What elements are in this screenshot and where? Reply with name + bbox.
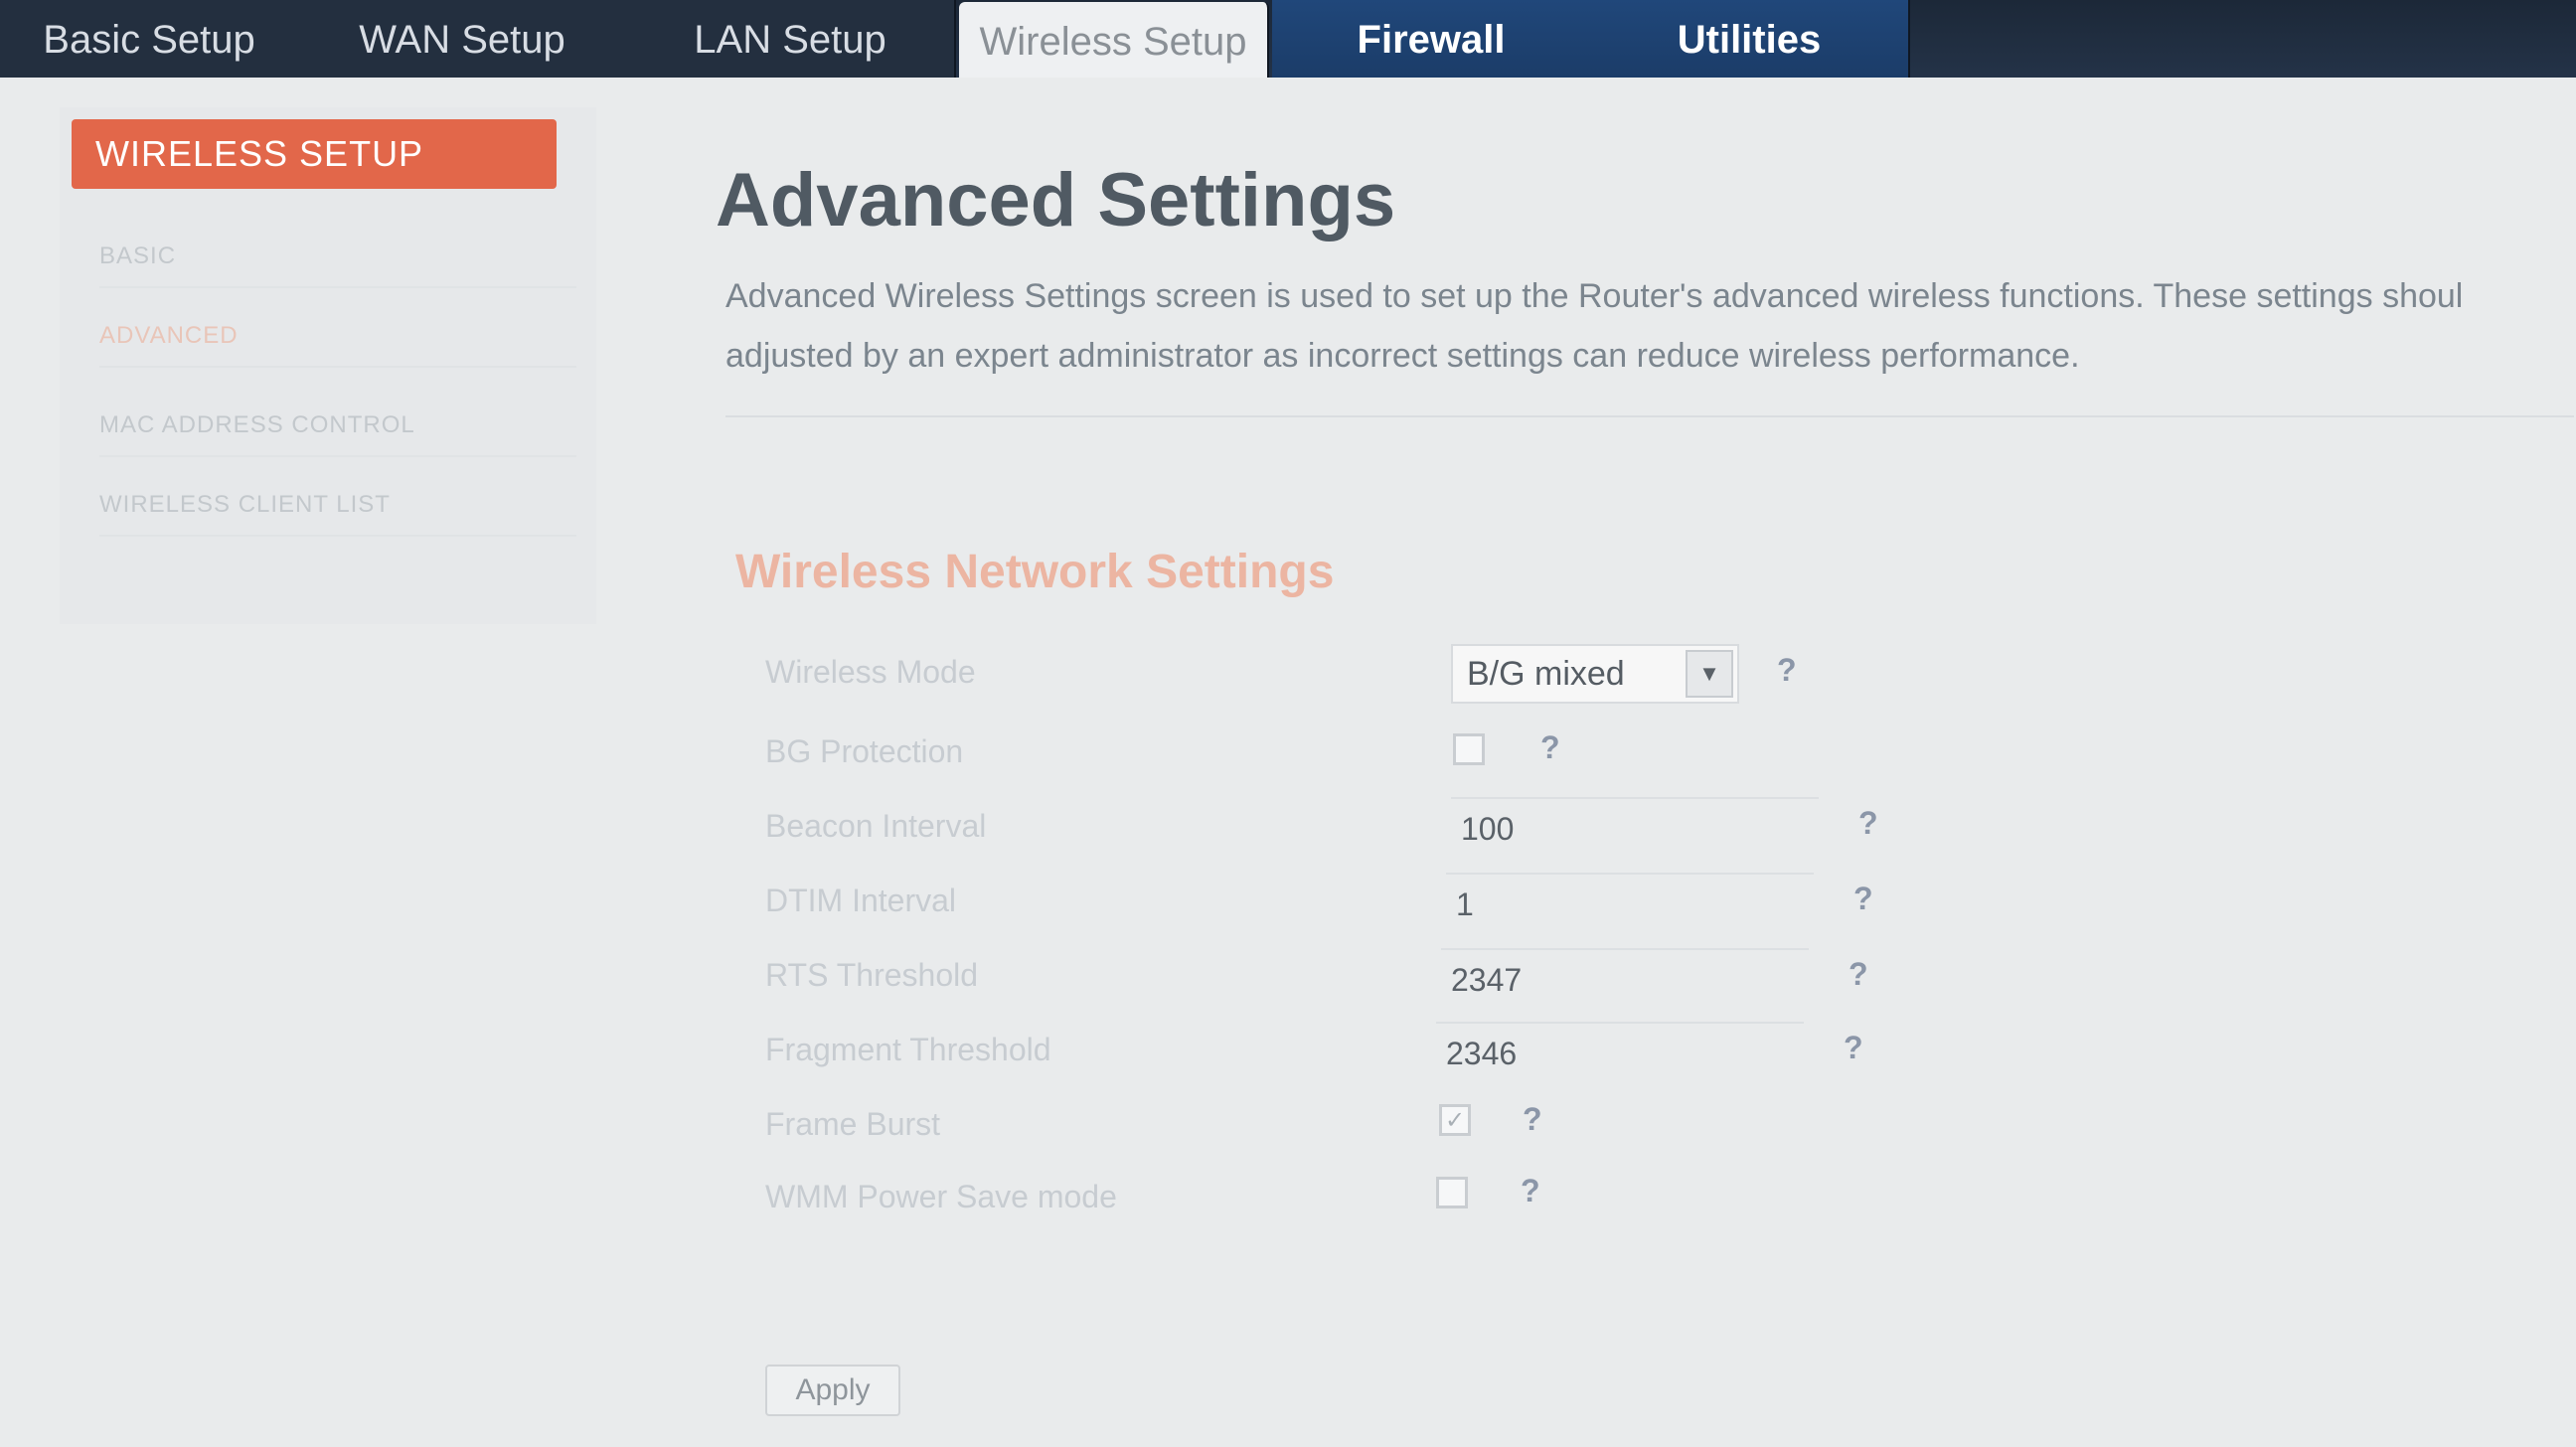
tab-utilities[interactable]: Utilities [1590, 0, 1910, 80]
tab-wan-setup[interactable]: WAN Setup [298, 0, 628, 80]
page-panel: WIRELESS SETUP BASIC ADVANCED MAC ADDRES… [0, 78, 2576, 1447]
section-title: Wireless Network Settings [735, 546, 1335, 598]
wireless-mode-value: B/G mixed [1467, 654, 1625, 693]
fragment-threshold-input[interactable]: 2346 [1436, 1022, 1804, 1083]
bg-protection-label: BG Protection [765, 733, 964, 769]
frame-burst-label: Frame Burst [765, 1106, 941, 1142]
frame-burst-checkbox[interactable]: ✓ [1439, 1104, 1471, 1136]
dtim-interval-input[interactable]: 1 [1446, 873, 1814, 934]
rts-threshold-label: RTS Threshold [765, 957, 979, 993]
fragment-threshold-label: Fragment Threshold [765, 1032, 1051, 1067]
page-title: Advanced Settings [716, 158, 1396, 242]
beacon-interval-input[interactable]: 100 [1451, 797, 1819, 859]
sidebar-item-mac-address-control[interactable]: MAC ADDRESS CONTROL [99, 396, 576, 457]
tab-firewall[interactable]: Firewall [1272, 0, 1592, 80]
tab-wireless-setup[interactable]: Wireless Setup [959, 2, 1269, 81]
wireless-mode-help-icon[interactable]: ? [1777, 652, 1797, 689]
dtim-interval-help-icon[interactable]: ? [1853, 881, 1873, 917]
sidebar-item-wireless-client-list[interactable]: WIRELESS CLIENT LIST [99, 475, 576, 537]
sidebar-item-basic[interactable]: BASIC [99, 227, 576, 288]
bg-protection-checkbox[interactable] [1453, 733, 1485, 765]
wmm-power-save-checkbox[interactable] [1436, 1177, 1468, 1208]
rts-threshold-input[interactable]: 2347 [1441, 948, 1809, 1010]
chevron-down-icon[interactable]: ▼ [1686, 650, 1733, 698]
bg-protection-help-icon[interactable]: ? [1540, 729, 1560, 766]
rts-threshold-help-icon[interactable]: ? [1849, 956, 1868, 993]
frame-burst-help-icon[interactable]: ? [1523, 1101, 1542, 1138]
tab-lan-setup[interactable]: LAN Setup [626, 0, 956, 80]
page-description: Advanced Wireless Settings screen is use… [725, 277, 2464, 375]
apply-button[interactable]: Apply [765, 1365, 900, 1416]
tab-basic-setup[interactable]: Basic Setup [0, 0, 300, 80]
sidebar-item-advanced[interactable]: ADVANCED [99, 306, 576, 368]
wmm-power-save-label: WMM Power Save mode [765, 1179, 1117, 1214]
wireless-mode-label: Wireless Mode [765, 654, 976, 690]
wmm-power-save-help-icon[interactable]: ? [1521, 1173, 1540, 1209]
checkmark-icon: ✓ [1444, 1106, 1466, 1134]
top-navigation: Basic Setup WAN Setup LAN Setup Wireless… [0, 0, 2576, 81]
beacon-interval-label: Beacon Interval [765, 808, 987, 844]
sidebar: WIRELESS SETUP BASIC ADVANCED MAC ADDRES… [60, 107, 596, 624]
wireless-mode-select[interactable]: B/G mixed ▼ [1451, 644, 1739, 704]
content-area: Advanced Settings Advanced Wireless Sett… [716, 117, 2576, 1416]
fragment-threshold-help-icon[interactable]: ? [1844, 1030, 1863, 1066]
sidebar-header-wireless-setup[interactable]: WIRELESS SETUP [72, 119, 557, 189]
divider [725, 415, 2574, 417]
beacon-interval-help-icon[interactable]: ? [1858, 805, 1878, 842]
dtim-interval-label: DTIM Interval [765, 883, 957, 918]
